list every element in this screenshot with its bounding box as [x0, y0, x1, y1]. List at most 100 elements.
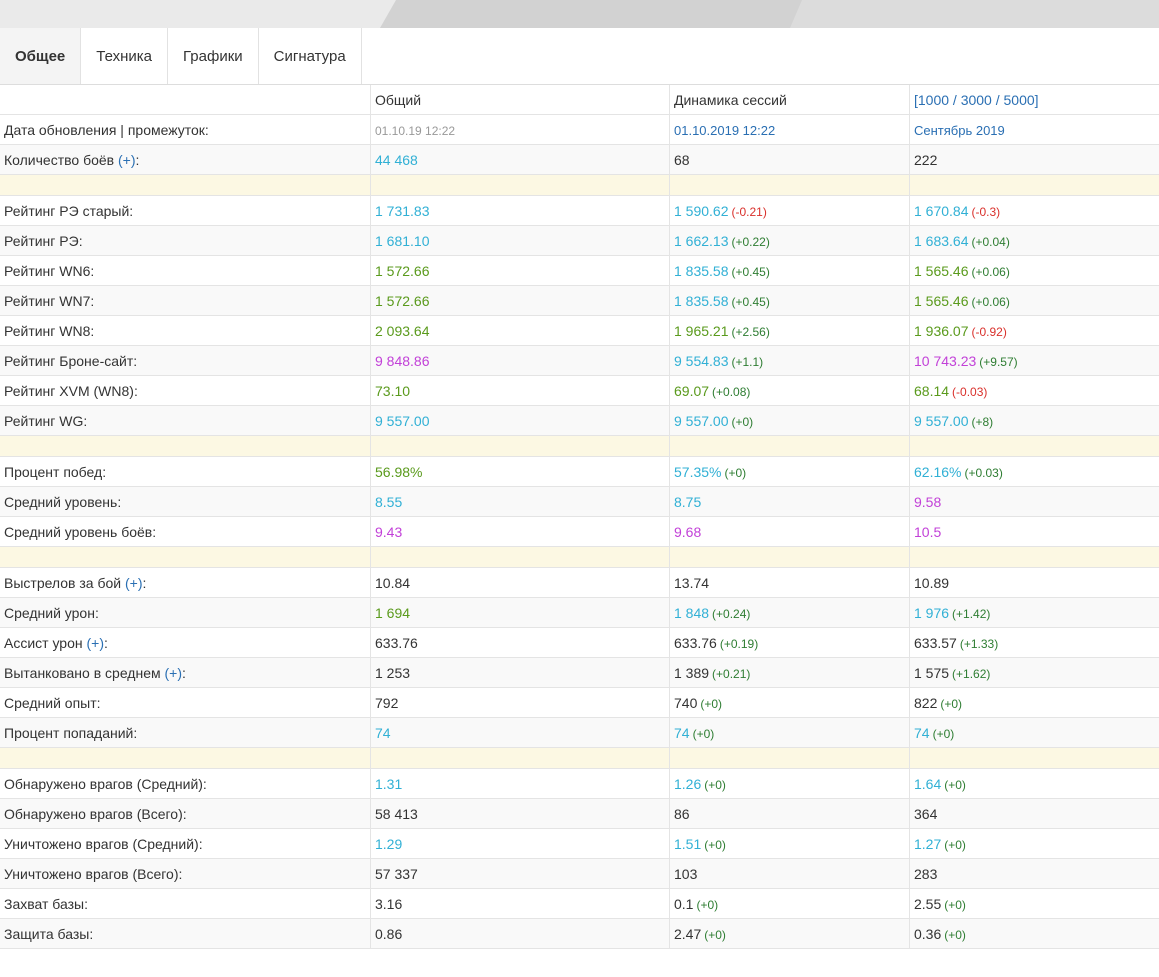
value-cell: 8.55 — [370, 486, 670, 517]
stat-value: 633.76 — [375, 634, 418, 651]
value-cell: 1 835.58 (+0.45) — [669, 255, 910, 286]
value-cell: 8.75 — [669, 486, 910, 517]
stat-delta: (-0.21) — [731, 204, 767, 219]
value-cell: 01.10.19 12:22 — [370, 114, 670, 145]
value-cell: 1.26 (+0) — [669, 768, 910, 799]
stat-value: 1 848 — [674, 604, 710, 621]
stat-delta: (-0.3) — [971, 204, 1001, 219]
value-cell: 10 743.23 (+9.57) — [909, 345, 1159, 376]
tab-general[interactable]: Общее — [0, 28, 82, 84]
row-label: Захват базы: — [4, 895, 88, 912]
expand-link[interactable]: (+) — [87, 635, 105, 651]
stat-delta: (+0) — [700, 696, 723, 711]
value-cell: 13.74 — [669, 567, 910, 598]
stat-delta: (+0.19) — [719, 636, 759, 651]
value-cell: 222 — [909, 144, 1159, 175]
stat-value: 10.84 — [375, 574, 411, 591]
separator-cell — [0, 747, 371, 769]
value-cell: 1 565.46 (+0.06) — [909, 255, 1159, 286]
value-cell: 1 575 (+1.62) — [909, 657, 1159, 688]
stat-delta: (+0.04) — [971, 234, 1010, 249]
table-row: Рейтинг WN6: 1 572.66 1 835.58 (+0.45) 1 565… — [0, 255, 1159, 286]
value-cell: 1 936.07 (-0.92) — [909, 315, 1159, 346]
row-label-cell: Обнаружено врагов (Всего): — [0, 798, 371, 829]
tab-vehicles[interactable]: Техника — [81, 28, 169, 84]
header-empty — [0, 85, 371, 115]
top-banner — [0, 0, 1159, 28]
stat-value: 364 — [914, 805, 938, 822]
table-row: Рейтинг РЭ старый: 1 731.83 1 590.62 (-0.21… — [0, 195, 1159, 226]
row-label: Процент попаданий: — [4, 724, 138, 741]
stat-value: 1 731.83 — [375, 202, 430, 219]
stat-value: 58 413 — [375, 805, 418, 822]
separator-cell — [370, 435, 670, 457]
stat-value: 57.35% — [674, 463, 722, 480]
expand-link[interactable]: (+) — [118, 152, 136, 168]
separator-cell — [909, 435, 1159, 457]
stat-delta: (-0.03) — [952, 384, 988, 399]
stat-value: 74 — [914, 724, 930, 741]
value-cell: 68.14 (-0.03) — [909, 375, 1159, 406]
expand-link[interactable]: (+) — [165, 665, 183, 681]
row-label-cell: Уничтожено врагов (Средний): — [0, 828, 371, 859]
stat-delta: (+0) — [944, 927, 966, 942]
stat-delta: (+0.06) — [971, 264, 1010, 279]
value-cell: 0.1 (+0) — [669, 888, 910, 919]
row-label: Процент побед: — [4, 463, 107, 480]
stat-value: 3.16 — [375, 895, 403, 912]
stat-value: 1 662.13 — [674, 232, 729, 249]
stat-value: 1 694 — [375, 604, 411, 621]
row-label: Выстрелов за бой — [4, 574, 122, 591]
table-row: Обнаружено врагов (Средний): 1.31 1.26 (+0)… — [0, 768, 1159, 799]
tab-signature[interactable]: Сигнатура — [259, 28, 362, 84]
row-label-cell: Рейтинг Броне-сайт: — [0, 345, 371, 376]
row-label-cell: Уничтожено врагов (Всего): — [0, 858, 371, 889]
value-cell: 822 (+0) — [909, 687, 1159, 718]
stat-delta: (+0) — [944, 897, 966, 912]
row-label-cell: Средний опыт: — [0, 687, 371, 718]
stat-value: 68 — [674, 151, 690, 168]
tab-graphs[interactable]: Графики — [168, 28, 259, 84]
stat-delta: (+0.45) — [731, 264, 770, 279]
value-cell: 1.29 — [370, 828, 670, 859]
separator-cell — [909, 174, 1159, 196]
stat-delta: (+1.42) — [952, 606, 991, 621]
expand-link[interactable]: (+) — [125, 575, 143, 591]
stat-value: 10.5 — [914, 523, 942, 540]
header-range-link[interactable]: [1000 / 3000 / 5000] — [909, 85, 1159, 115]
row-label-cell: Обнаружено врагов (Средний): — [0, 768, 371, 799]
value-cell: 74 (+0) — [909, 717, 1159, 748]
stat-value: 2.55 — [914, 895, 942, 912]
value-cell: 1 976 (+1.42) — [909, 597, 1159, 628]
value-cell: 1 848 (+0.24) — [669, 597, 910, 628]
stat-value: 1 835.58 — [674, 292, 729, 309]
table-row: Уничтожено врагов (Средний): 1.29 1.51 (+0)… — [0, 828, 1159, 859]
table-header-row: Общий Динамика сессий [1000 / 3000 / 500… — [0, 85, 1159, 115]
table-row: Процент попаданий: 74 74 (+0) 74 (+0) — [0, 717, 1159, 748]
value-cell: 0.36 (+0) — [909, 918, 1159, 949]
value-cell: 283 — [909, 858, 1159, 889]
row-label: Вытанковано в среднем — [4, 664, 161, 681]
value-cell: 1 572.66 — [370, 255, 670, 286]
range-link[interactable]: [1000 / 3000 / 5000] — [914, 92, 1039, 108]
value-cell: 1 572.66 — [370, 285, 670, 316]
value-cell: 1 694 — [370, 597, 670, 628]
stat-value: 9 557.00 — [914, 412, 969, 429]
stat-value: 74 — [674, 724, 690, 741]
row-label-cell: Средний урон: — [0, 597, 371, 628]
stat-delta: (+0) — [932, 726, 955, 741]
table-row: Средний уровень: 8.55 8.75 9.58 — [0, 486, 1159, 517]
separator-cell — [370, 747, 670, 769]
stat-value: 1 670.84 — [914, 202, 969, 219]
value-cell: 56.98% — [370, 456, 670, 487]
value-cell: 9 557.00 (+8) — [909, 405, 1159, 436]
stat-delta: (+2.56) — [731, 324, 770, 339]
value-cell: 10.5 — [909, 516, 1159, 547]
row-label: Средний опыт: — [4, 694, 101, 711]
value-cell: 740 (+0) — [669, 687, 910, 718]
table-row: Рейтинг WN8: 2 093.64 1 965.21 (+2.56) 1 936… — [0, 315, 1159, 346]
value-cell: 103 — [669, 858, 910, 889]
row-label: Количество боёв — [4, 151, 115, 168]
section-separator — [0, 747, 1159, 769]
row-label: Уничтожено врагов (Всего): — [4, 865, 183, 882]
